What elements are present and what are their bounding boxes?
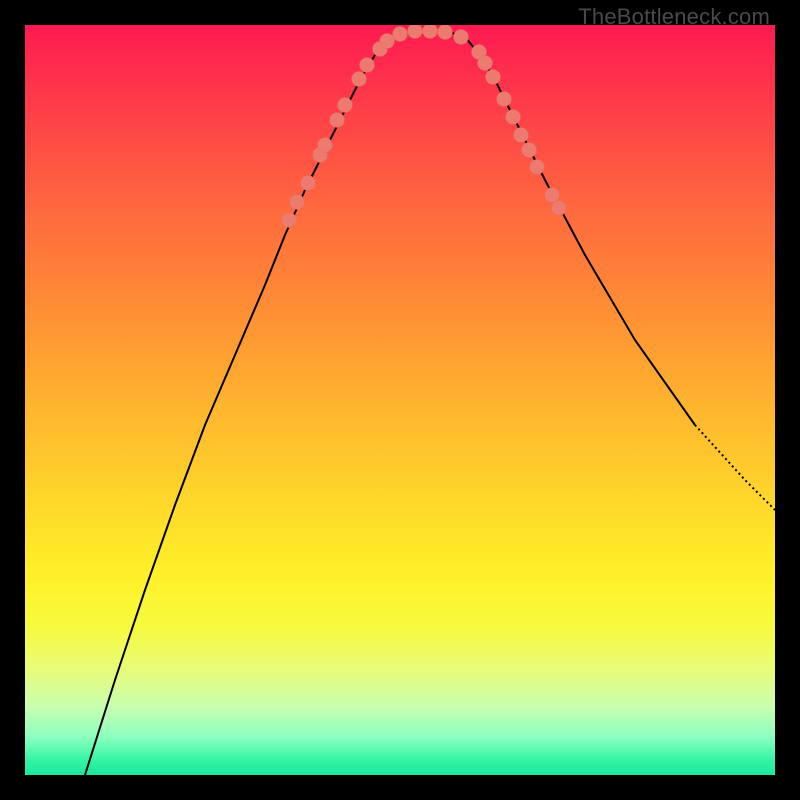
data-marker bbox=[552, 201, 567, 216]
marker-group bbox=[282, 25, 567, 228]
data-marker bbox=[290, 195, 305, 210]
bottleneck-curve-tail bbox=[695, 425, 775, 510]
data-marker bbox=[338, 98, 353, 113]
bottleneck-curve bbox=[85, 30, 695, 775]
data-marker bbox=[282, 213, 297, 228]
data-marker bbox=[318, 138, 333, 153]
data-marker bbox=[330, 113, 345, 128]
data-marker bbox=[438, 25, 453, 40]
data-marker bbox=[514, 128, 529, 143]
plot-area bbox=[25, 25, 775, 775]
data-marker bbox=[506, 110, 521, 125]
data-marker bbox=[497, 92, 512, 107]
data-marker bbox=[352, 72, 367, 87]
bottleneck-curve-svg bbox=[25, 25, 775, 775]
data-marker bbox=[360, 58, 375, 73]
data-marker bbox=[530, 160, 545, 175]
data-marker bbox=[478, 56, 493, 71]
data-marker bbox=[380, 34, 395, 49]
data-marker bbox=[408, 25, 423, 39]
data-marker bbox=[522, 143, 537, 158]
data-marker bbox=[545, 188, 560, 203]
data-marker bbox=[454, 30, 469, 45]
data-marker bbox=[423, 25, 438, 39]
data-marker bbox=[486, 70, 501, 85]
chart-frame: TheBottleneck.com bbox=[0, 0, 800, 800]
data-marker bbox=[393, 27, 408, 42]
data-marker bbox=[301, 176, 316, 191]
watermark-text: TheBottleneck.com bbox=[578, 4, 770, 30]
